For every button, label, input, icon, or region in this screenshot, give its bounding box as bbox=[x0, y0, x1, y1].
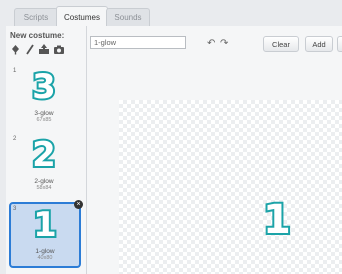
costume-image: 3 bbox=[30, 67, 58, 107]
new-costume-tools bbox=[10, 42, 65, 56]
costume-thumb-selected[interactable]: 3 × 1 1-glow 40x80 bbox=[9, 200, 83, 268]
paint-brush-icon[interactable] bbox=[10, 44, 21, 55]
costume-size: 67x85 bbox=[36, 117, 52, 123]
costume-thumb[interactable]: 1 3 3-glow 67x85 bbox=[11, 66, 77, 128]
costume-thumb[interactable]: 2 2 2-glow 58x84 bbox=[11, 134, 77, 196]
costume-name-input[interactable] bbox=[90, 36, 186, 49]
more-button[interactable] bbox=[337, 36, 342, 52]
camera-icon[interactable] bbox=[53, 44, 65, 55]
costume-image: 1 bbox=[31, 205, 59, 245]
costume-size: 40x80 bbox=[37, 255, 53, 261]
tab-bar: Scripts Costumes Sounds bbox=[0, 0, 342, 27]
costume-list-panel: New costume: 1 3 3-glow 67x85 2 2 2-glow… bbox=[6, 26, 87, 274]
tab-scripts[interactable]: Scripts bbox=[14, 8, 58, 26]
tab-sounds[interactable]: Sounds bbox=[106, 8, 150, 26]
clear-button[interactable]: Clear bbox=[263, 36, 299, 52]
add-button[interactable]: Add bbox=[305, 36, 333, 52]
new-costume-label: New costume: bbox=[10, 31, 65, 40]
redo-icon[interactable]: ↷ bbox=[220, 38, 228, 49]
paint-editor: ↶ ↷ Clear Add 1 bbox=[87, 26, 342, 274]
costume-image: 2 bbox=[30, 135, 58, 175]
paint-canvas[interactable] bbox=[119, 100, 342, 274]
undo-icon[interactable]: ↶ bbox=[207, 38, 215, 49]
costume-size: 58x84 bbox=[36, 185, 52, 191]
canvas-costume-glyph[interactable]: 1 bbox=[261, 198, 293, 242]
tab-costumes[interactable]: Costumes bbox=[56, 6, 108, 27]
costume-name: 2-glow bbox=[34, 178, 54, 185]
costume-name: 1-glow bbox=[35, 248, 55, 255]
costume-name: 3-glow bbox=[34, 110, 54, 117]
slash-icon[interactable] bbox=[24, 44, 35, 55]
upload-icon[interactable] bbox=[38, 43, 50, 55]
